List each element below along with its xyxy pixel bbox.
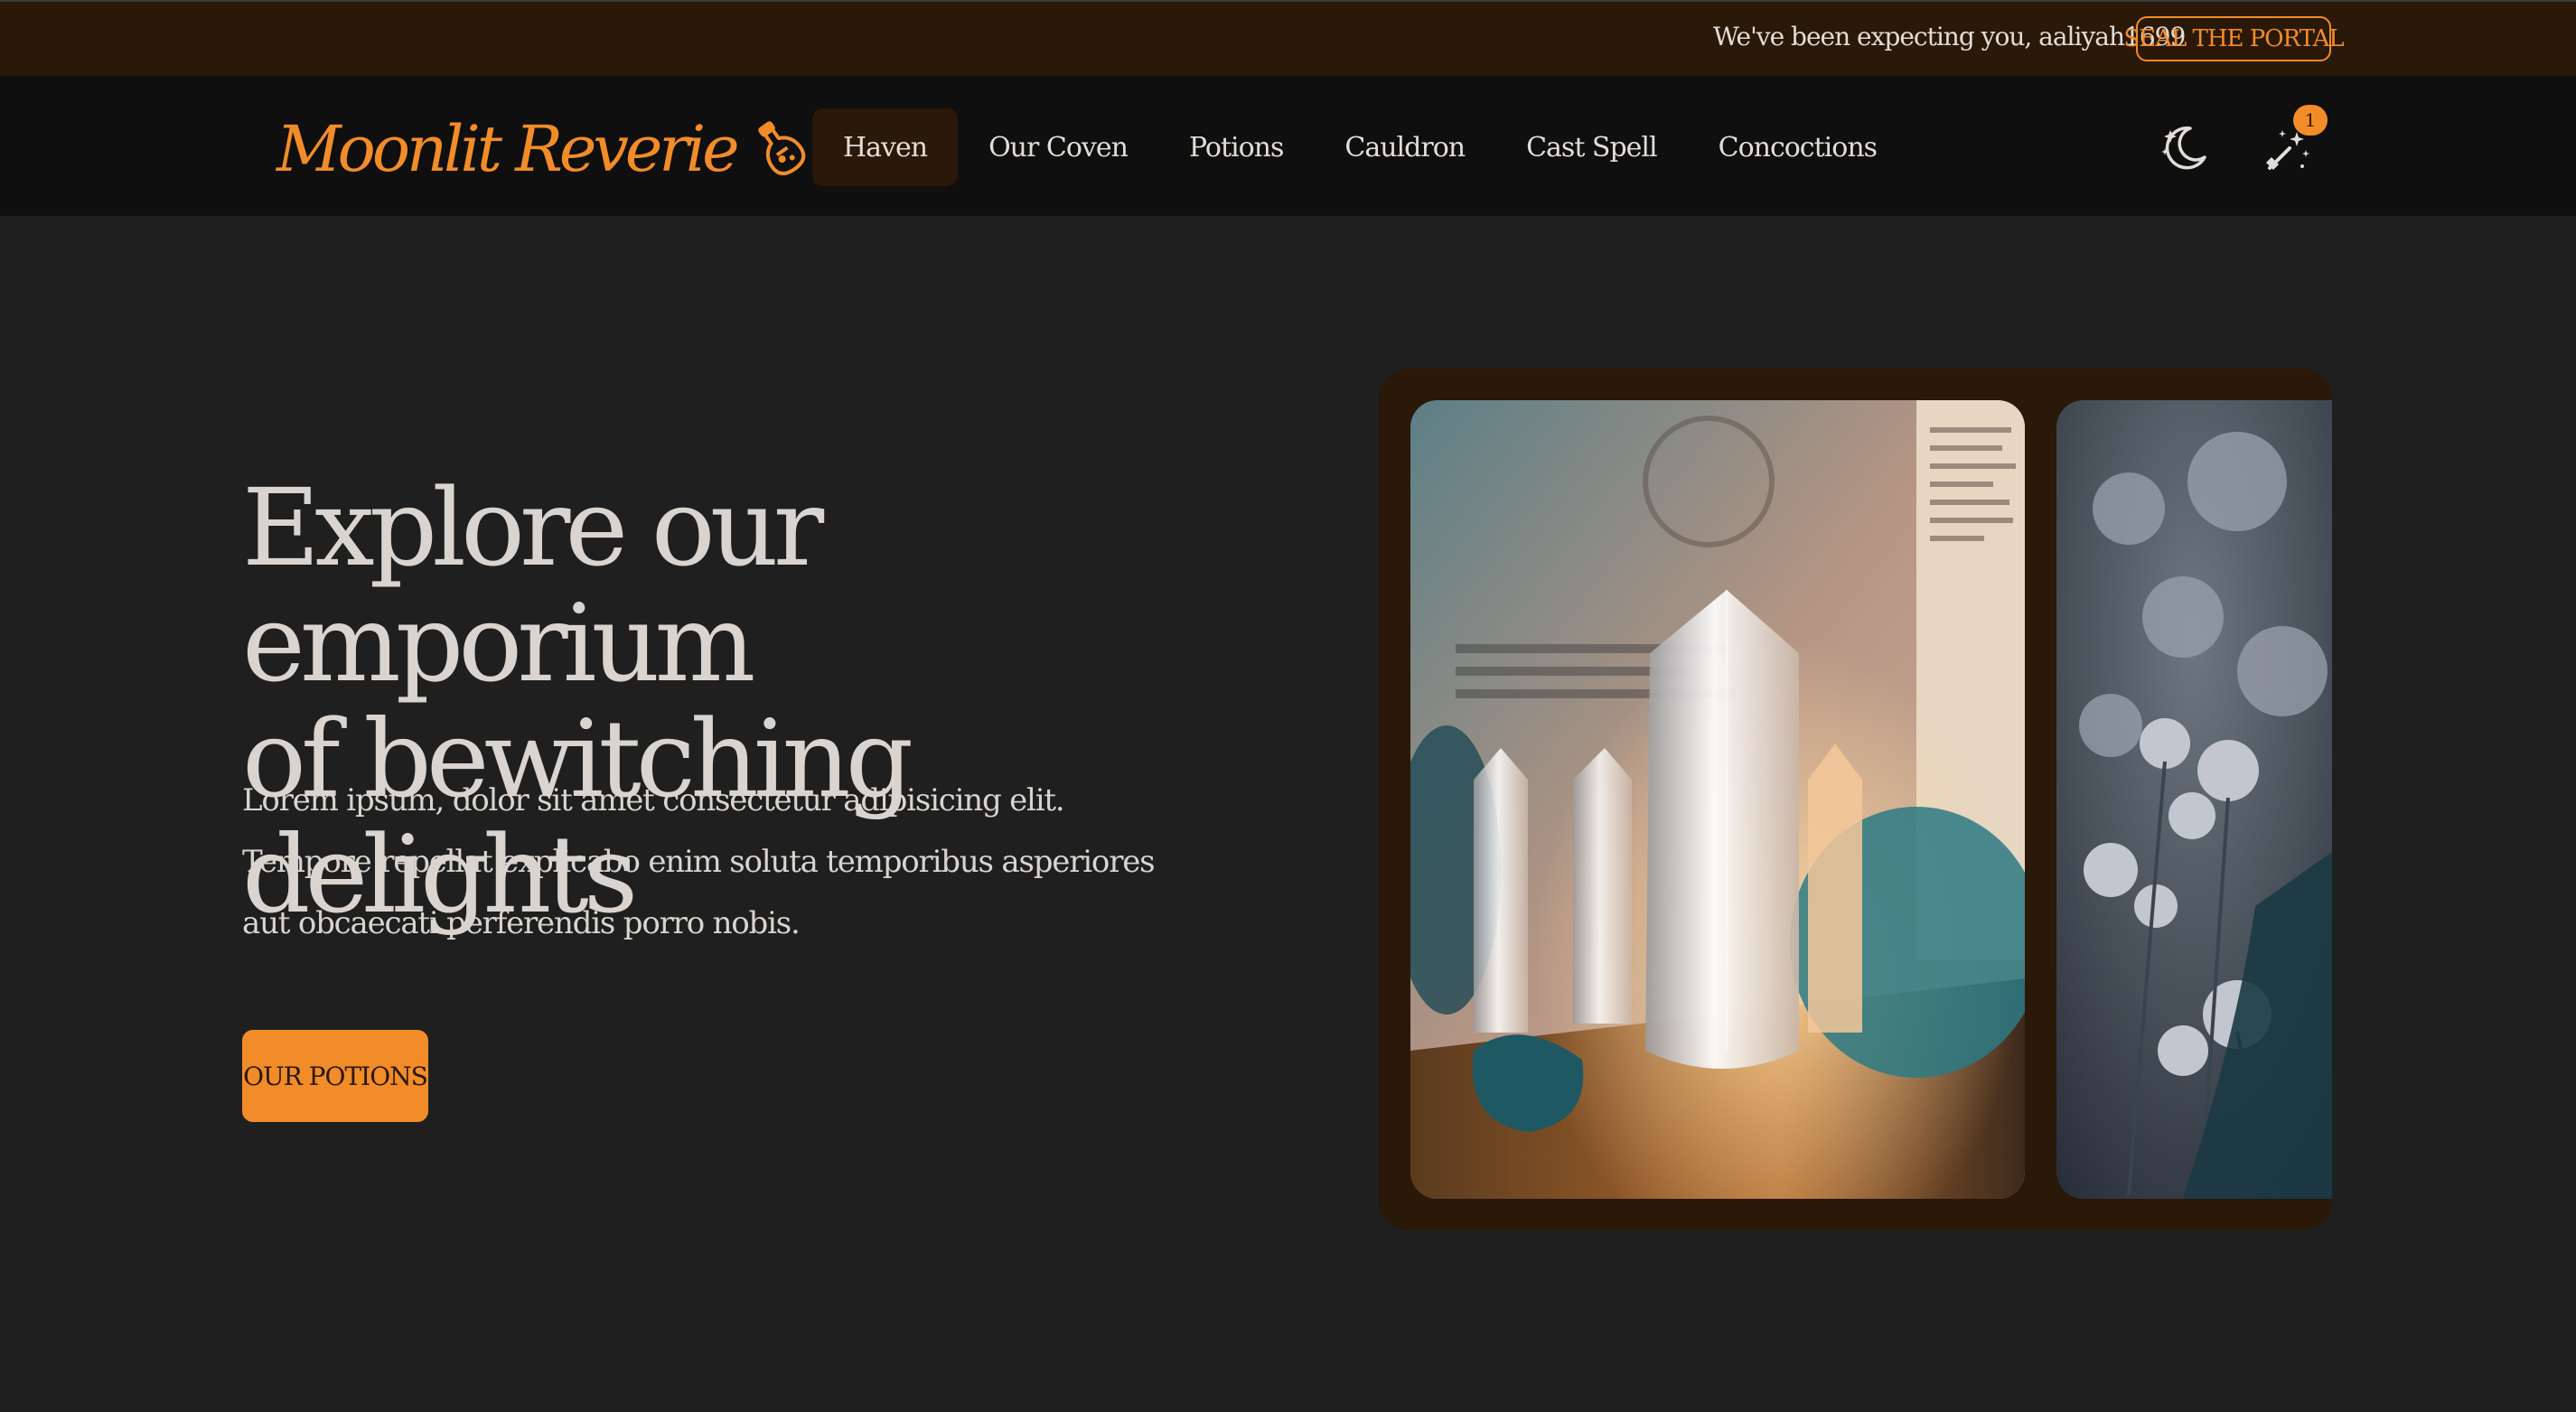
cart-count-badge: 1 <box>2293 105 2328 136</box>
brand-logo[interactable]: Moonlit Reverie <box>276 108 812 190</box>
flowers-illustration <box>2056 400 2332 1199</box>
top-announcement-bar: We've been expecting you, aaliyah1699 SE… <box>0 0 2576 76</box>
hero-description: Lorem ipsum, dolor sit amet consectetur … <box>242 782 1156 941</box>
main-navbar: Moonlit Reverie Haven Our Coven Potions … <box>0 76 2576 216</box>
brand-name: Moonlit Reverie <box>276 112 740 186</box>
primary-nav: Haven Our Coven Potions Cauldron Cast Sp… <box>812 108 1907 186</box>
cart-button[interactable]: 1 <box>2255 105 2337 177</box>
potion-bottle-icon <box>757 121 805 176</box>
hero-title-line-1: Explore our emporium <box>242 465 824 706</box>
seal-the-portal-button[interactable]: SEAL THE PORTAL <box>2123 16 2345 61</box>
nav-item-cauldron[interactable]: Cauldron <box>1314 108 1495 186</box>
welcome-message: We've been expecting you, aaliyah1699 <box>1713 22 2186 51</box>
crystals-photo <box>1410 400 2025 1199</box>
dried-flowers-photo <box>2056 400 2332 1199</box>
nav-item-our-coven[interactable]: Our Coven <box>958 108 1158 186</box>
nav-item-haven[interactable]: Haven <box>812 108 959 186</box>
our-potions-button[interactable]: OUR POTIONS <box>242 1030 428 1122</box>
nav-item-potions[interactable]: Potions <box>1158 108 1314 186</box>
image-carousel[interactable] <box>1379 369 2332 1230</box>
moon-stars-icon[interactable] <box>2158 121 2210 173</box>
crystals-illustration <box>1410 400 2025 1199</box>
nav-item-cast-spell[interactable]: Cast Spell <box>1495 108 1688 186</box>
nav-item-concoctions[interactable]: Concoctions <box>1688 108 1907 186</box>
